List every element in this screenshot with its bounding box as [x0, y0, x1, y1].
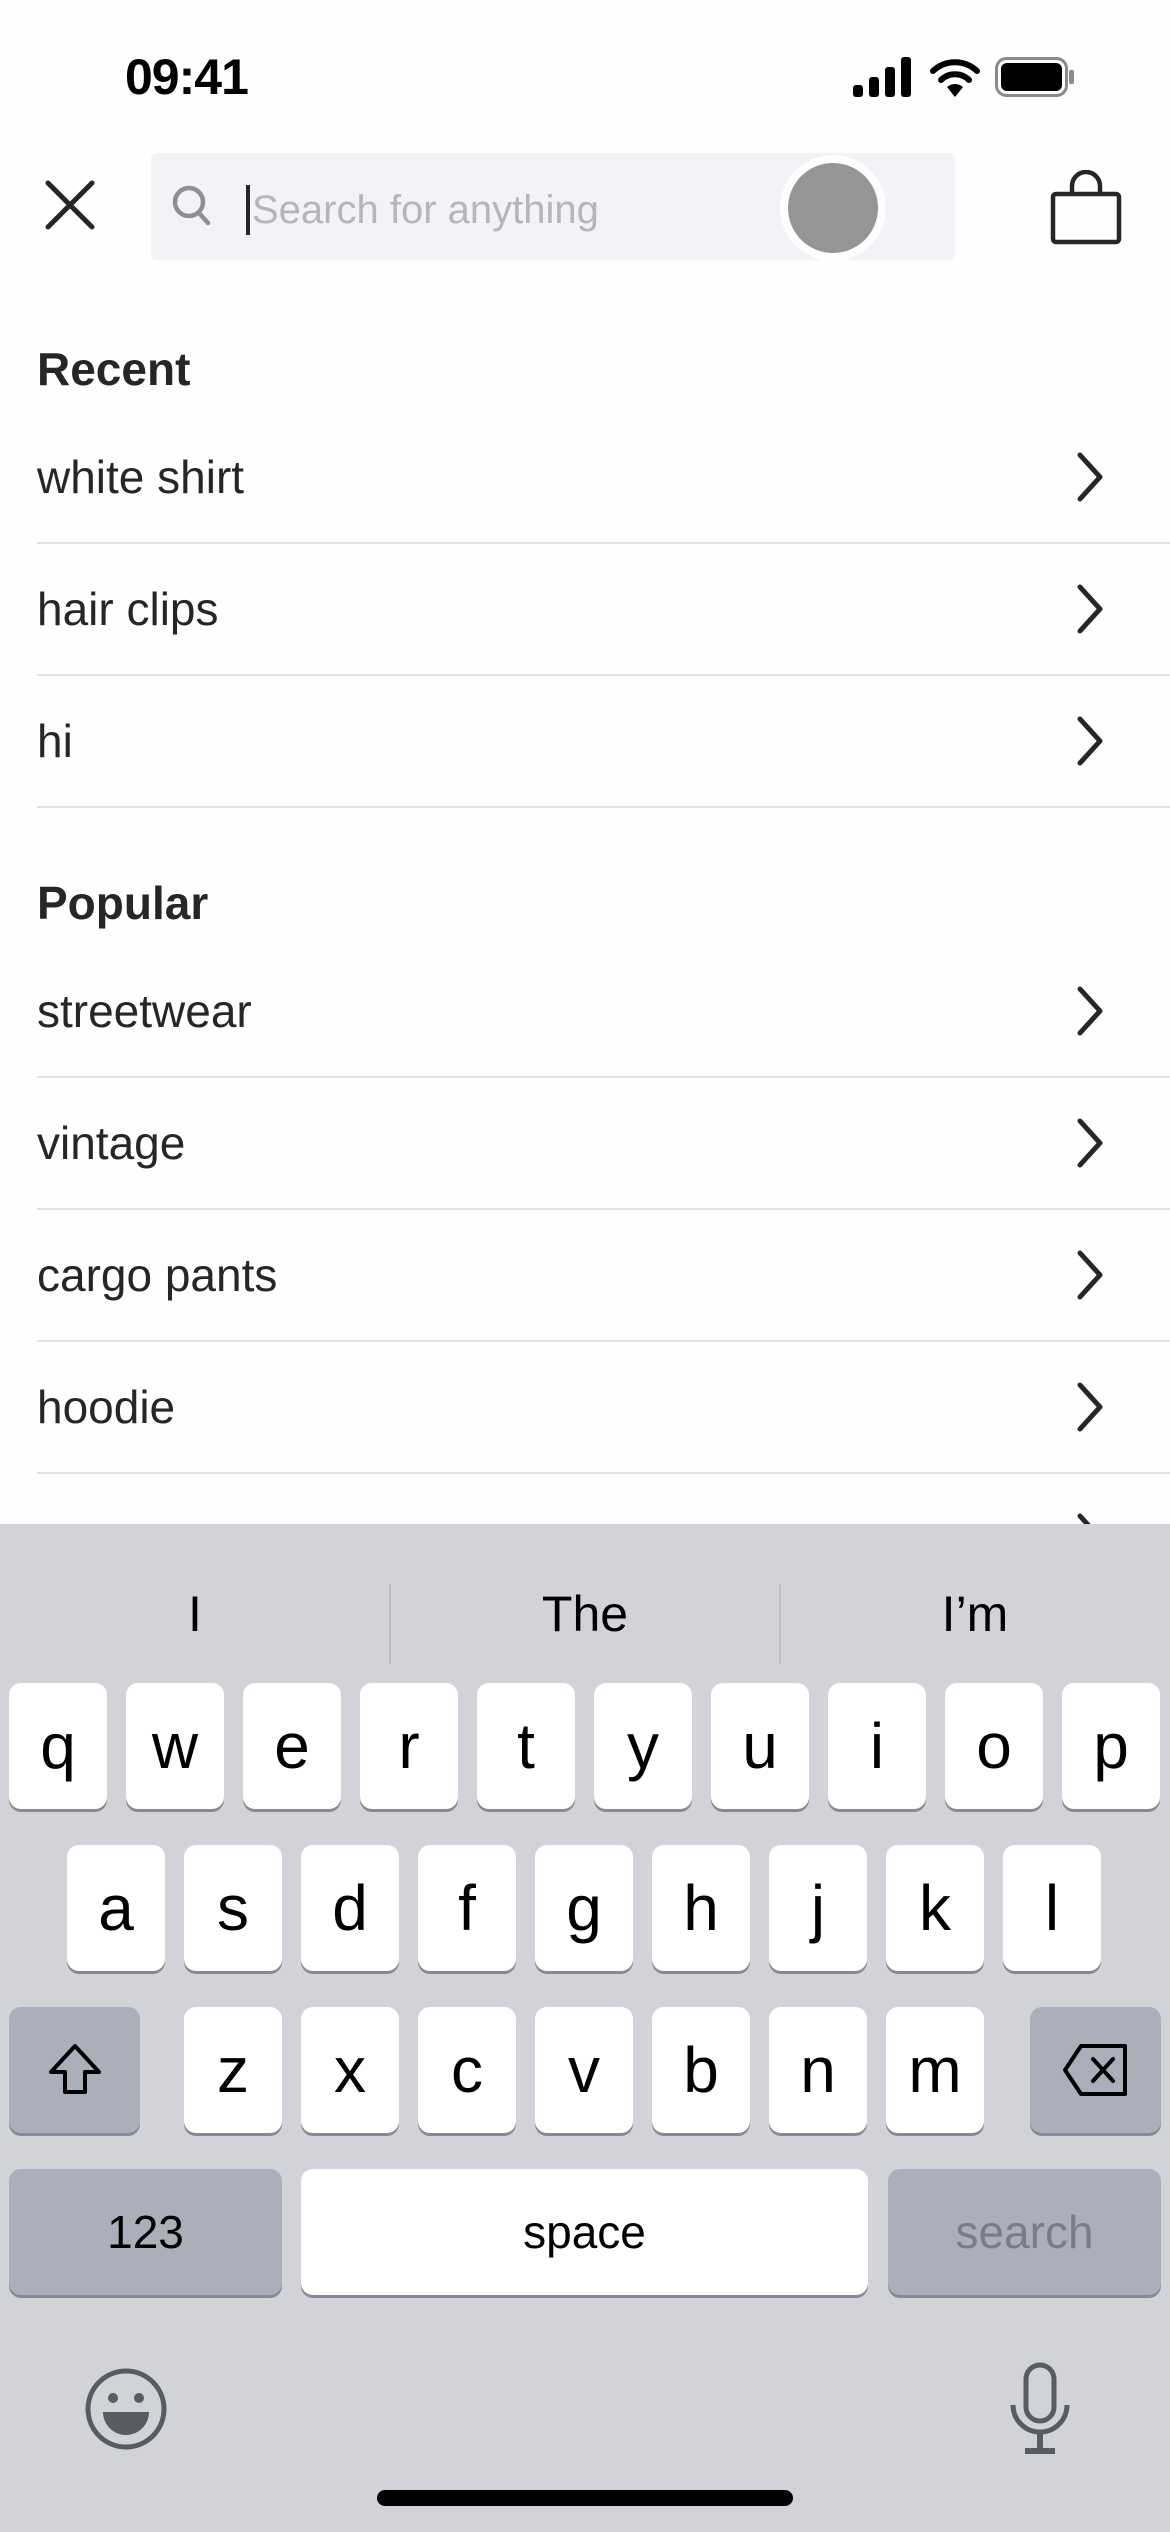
key-o[interactable]: o — [945, 1683, 1043, 1809]
suggestion-2[interactable]: The — [390, 1564, 780, 1664]
popular-search-item[interactable]: hoodie — [37, 1342, 1170, 1474]
wifi-icon — [930, 59, 980, 97]
key-a[interactable]: a — [67, 1845, 165, 1971]
key-x[interactable]: x — [301, 2007, 399, 2133]
key-u[interactable]: u — [711, 1683, 809, 1809]
close-icon — [45, 180, 95, 230]
key-l[interactable]: l — [1003, 1845, 1101, 1971]
keyboard: I The I’m qwertyuiop asdfghjkl zxcvbnm 1… — [0, 1524, 1170, 2532]
list-item-label: streetwear — [37, 985, 252, 1037]
recent-search-item[interactable]: hi — [37, 676, 1170, 808]
shopping-bag-button[interactable] — [1048, 169, 1124, 246]
key-k[interactable]: k — [886, 1845, 984, 1971]
key-c[interactable]: c — [418, 2007, 516, 2133]
shift-key[interactable] — [9, 2007, 140, 2133]
key-f[interactable]: f — [418, 1845, 516, 1971]
list-item-label: vintage — [37, 1117, 186, 1169]
suggestion-1[interactable]: I — [0, 1564, 390, 1664]
key-t[interactable]: t — [477, 1683, 575, 1809]
chevron-right-icon — [1077, 716, 1103, 766]
suggestion-3[interactable]: I’m — [780, 1564, 1170, 1664]
list-item-label: cargo pants — [37, 1249, 278, 1301]
key-b[interactable]: b — [652, 2007, 750, 2133]
key-m[interactable]: m — [886, 2007, 984, 2133]
popular-search-item[interactable]: vintage — [37, 1078, 1170, 1210]
key-e[interactable]: e — [243, 1683, 341, 1809]
home-indicator[interactable] — [377, 2490, 793, 2506]
list-item-label: white shirt — [37, 451, 245, 503]
key-z[interactable]: z — [184, 2007, 282, 2133]
key-d[interactable]: d — [301, 1845, 399, 1971]
microphone-icon — [1010, 2362, 1070, 2454]
key-j[interactable]: j — [769, 1845, 867, 1971]
battery-icon — [995, 57, 1074, 97]
list-item-label: hi — [37, 715, 73, 767]
key-v[interactable]: v — [535, 2007, 633, 2133]
key-w[interactable]: w — [126, 1683, 224, 1809]
numbers-key[interactable]: 123 — [9, 2169, 282, 2295]
key-g[interactable]: g — [535, 1845, 633, 1971]
popular-search-item[interactable]: streetwear — [37, 946, 1170, 1078]
list-item-label: hair clips — [37, 583, 219, 635]
chevron-right-icon — [1077, 584, 1103, 634]
recent-section-title: Recent — [37, 343, 191, 395]
dictation-button[interactable] — [1007, 2361, 1073, 2462]
key-p[interactable]: p — [1062, 1683, 1160, 1809]
chevron-right-icon — [1077, 1382, 1103, 1432]
recent-search-item[interactable]: hair clips — [37, 544, 1170, 676]
key-q[interactable]: q — [9, 1683, 107, 1809]
backspace-key[interactable] — [1030, 2007, 1161, 2133]
key-s[interactable]: s — [184, 1845, 282, 1971]
popular-search-item[interactable]: cargo pants — [37, 1210, 1170, 1342]
shift-icon — [48, 2044, 101, 2094]
search-key[interactable]: search — [888, 2169, 1161, 2295]
chevron-right-icon — [1077, 1250, 1103, 1300]
cellular-signal-icon — [853, 57, 911, 97]
backspace-icon — [1062, 2044, 1127, 2096]
touch-indicator — [780, 155, 886, 261]
search-icon — [170, 183, 214, 229]
list-item-label: hoodie — [37, 1381, 176, 1433]
close-button[interactable] — [40, 175, 100, 235]
emoji-icon — [85, 2368, 167, 2450]
popular-section-title: Popular — [37, 877, 209, 929]
shopping-bag-icon — [1050, 169, 1122, 245]
recent-search-item[interactable]: white shirt — [37, 412, 1170, 544]
chevron-right-icon — [1077, 986, 1103, 1036]
chevron-right-icon — [1077, 452, 1103, 502]
search-input[interactable] — [252, 175, 772, 245]
space-key[interactable]: space — [301, 2169, 868, 2295]
chevron-right-icon — [1077, 1118, 1103, 1168]
key-n[interactable]: n — [769, 2007, 867, 2133]
key-y[interactable]: y — [594, 1683, 692, 1809]
key-i[interactable]: i — [828, 1683, 926, 1809]
emoji-button[interactable] — [83, 2366, 169, 2457]
key-r[interactable]: r — [360, 1683, 458, 1809]
key-h[interactable]: h — [652, 1845, 750, 1971]
status-icons — [853, 52, 1075, 102]
text-cursor — [246, 185, 250, 235]
status-time: 09:41 — [125, 49, 249, 105]
